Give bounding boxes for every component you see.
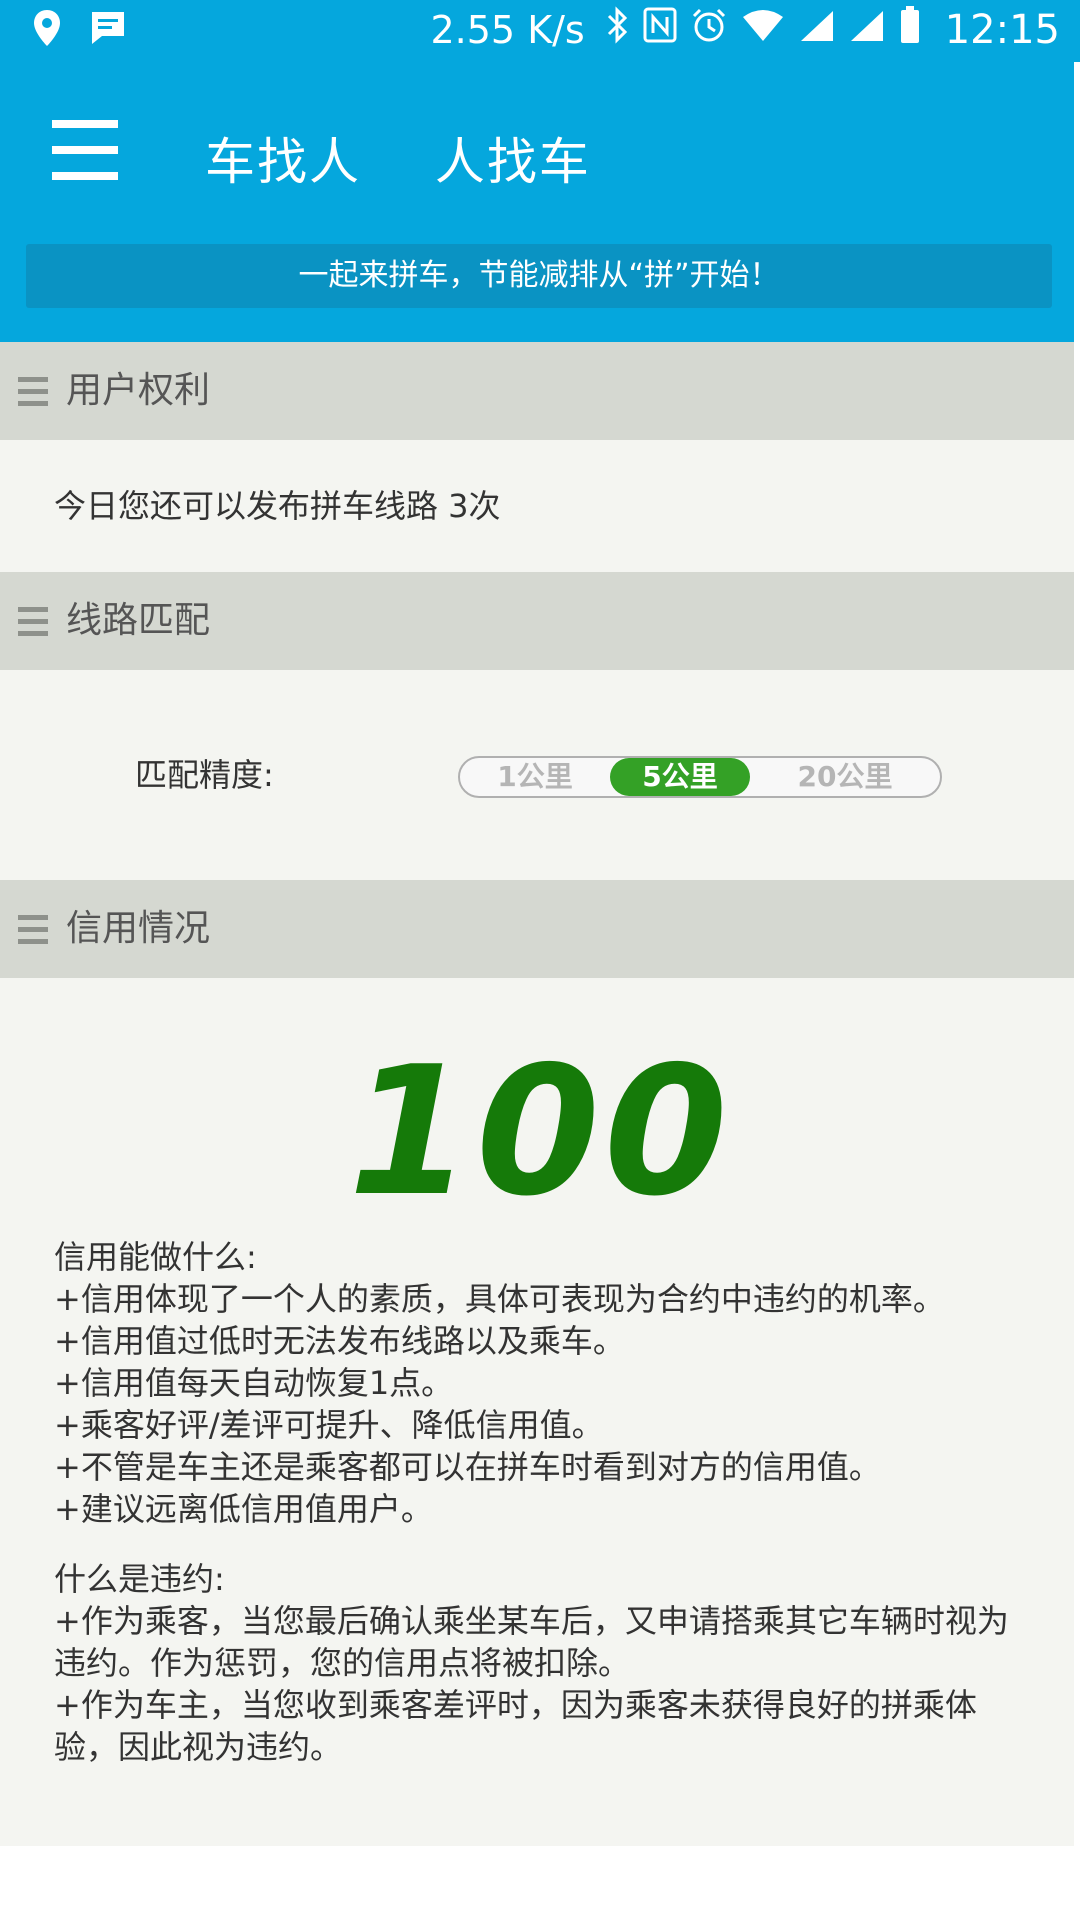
section-title: 信用情况 (66, 908, 211, 949)
credit-info: 信用能做什么: +信用体现了一个人的素质，具体可表现为合约中违约的机率。 +信用… (54, 1236, 1034, 1768)
precision-option-1km[interactable]: 1公里 (460, 758, 610, 796)
right-edge (1074, 62, 1080, 1920)
rights-body: 今日您还可以发布拼车线路 3次 (0, 440, 1080, 572)
list-item: +作为乘客，当您最后确认乘坐某车后，又申请搭乘其它车辆时视为违约。作为惩罚，您的… (54, 1602, 1009, 1682)
section-header-credit: 信用情况 (0, 880, 1080, 978)
list-icon (18, 377, 48, 407)
precision-label: 匹配精度: (135, 756, 274, 794)
app-bar: 车找人 人找车 一起来拼车，节能减排从“拼”开始！ (0, 62, 1080, 342)
section-header-matching: 线路匹配 (0, 572, 1080, 670)
list-icon (18, 607, 48, 637)
list-icon (18, 915, 48, 945)
signal2-icon (849, 8, 885, 52)
breach-title: 什么是违约: (54, 1560, 225, 1598)
matching-body: 匹配精度: 1公里 5公里 20公里 (0, 670, 1080, 880)
what-title: 信用能做什么: (54, 1238, 257, 1276)
message-icon (88, 8, 128, 52)
wifi-icon (741, 8, 785, 52)
credit-body: 100 信用能做什么: +信用体现了一个人的素质，具体可表现为合约中违约的机率。… (0, 978, 1080, 1846)
list-item: +信用体现了一个人的素质，具体可表现为合约中违约的机率。 (54, 1280, 945, 1318)
bluetooth-icon (605, 6, 629, 53)
network-speed: 2.55 K/s (430, 7, 585, 52)
credit-score: 100 (348, 1028, 732, 1235)
precision-option-5km[interactable]: 5公里 (610, 758, 750, 796)
battery-icon (899, 6, 921, 53)
list-item: +不管是车主还是乘客都可以在拼车时看到对方的信用值。 (54, 1448, 881, 1486)
list-item: +作为车主，当您收到乘客差评时，因为乘客未获得良好的拼乘体验，因此视为违约。 (54, 1686, 977, 1766)
section-title: 线路匹配 (66, 600, 211, 641)
alarm-icon (691, 7, 727, 52)
signal-icon (799, 8, 835, 52)
section-title: 用户权利 (66, 370, 211, 411)
precision-segmented-control[interactable]: 1公里 5公里 20公里 (458, 756, 942, 798)
rights-text: 今日您还可以发布拼车线路 3次 (54, 487, 501, 525)
list-item: +信用值每天自动恢复1点。 (54, 1364, 454, 1402)
bottom-area (0, 1858, 1080, 1920)
menu-icon[interactable] (52, 120, 118, 180)
tab-person-finds-car[interactable]: 人找车 (435, 133, 591, 191)
list-item: +乘客好评/差评可提升、降低信用值。 (54, 1406, 604, 1444)
tab-car-finds-person[interactable]: 车找人 (205, 133, 361, 191)
location-icon (32, 8, 62, 52)
app-title: 车找人 人找车 (205, 122, 647, 194)
list-item: +建议远离低信用值用户。 (54, 1490, 433, 1528)
status-bar: 2.55 K/s 12:15 (0, 0, 1080, 62)
slogan-banner: 一起来拼车，节能减排从“拼”开始！ (26, 244, 1052, 308)
list-item: +信用值过低时无法发布线路以及乘车。 (54, 1322, 625, 1360)
section-header-rights: 用户权利 (0, 342, 1080, 440)
precision-option-20km[interactable]: 20公里 (750, 758, 940, 796)
content: 用户权利 今日您还可以发布拼车线路 3次 线路匹配 匹配精度: 1公里 5公里 … (0, 342, 1080, 1846)
clock: 12:15 (944, 6, 1060, 53)
nfc-icon (643, 7, 677, 52)
